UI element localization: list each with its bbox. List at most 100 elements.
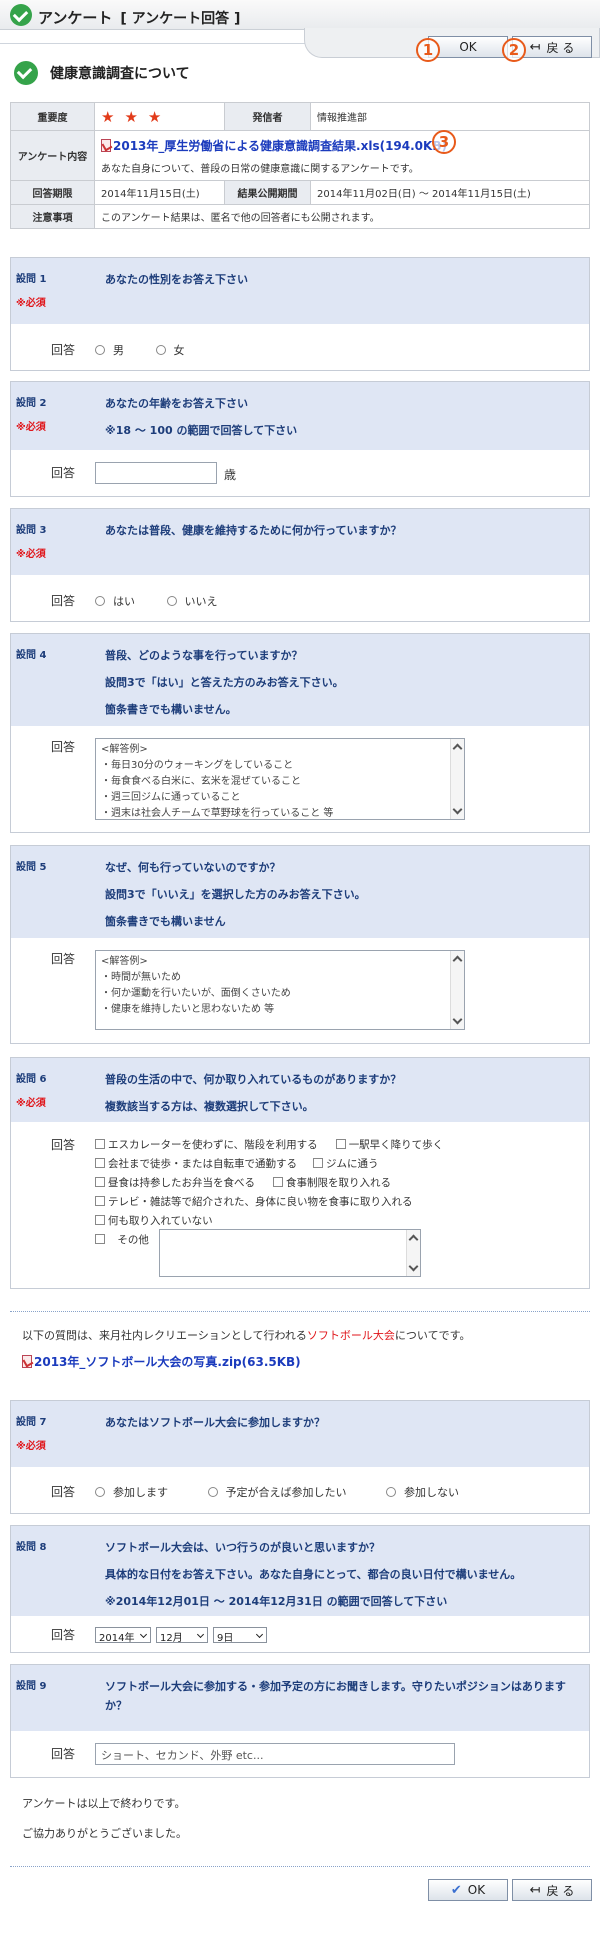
position-input[interactable]: ショート、セカンド、外野 etc... bbox=[95, 1743, 455, 1765]
publish-value: 2014年11月02日(日) ～ 2014年11月15日(土) bbox=[310, 180, 590, 205]
question-subtext: 箇条書きでも構いません。 bbox=[105, 703, 237, 716]
scroll-down-icon bbox=[452, 804, 463, 815]
question-number: 設問 2 bbox=[16, 398, 47, 409]
content-label: アンケート内容 bbox=[10, 130, 95, 181]
checkbox-walk[interactable]: 一駅早く降りて歩く bbox=[335, 1139, 443, 1151]
checkbox-icon bbox=[313, 1158, 323, 1168]
check-icon bbox=[14, 61, 38, 85]
question-number: 設問 7 bbox=[16, 1417, 47, 1428]
checkbox-icon bbox=[273, 1177, 283, 1187]
radio-male[interactable]: 男 bbox=[95, 344, 124, 357]
deadline-label: 回答期限 bbox=[10, 180, 95, 205]
age-unit: 歳 bbox=[224, 468, 237, 482]
ok-button-bottom[interactable]: ✔ OK bbox=[428, 1879, 508, 1901]
month-select[interactable]: 12月 bbox=[156, 1627, 208, 1644]
answer-label: 回答 bbox=[51, 1628, 76, 1642]
question-subtext: 具体的な日付をお答え下さい。あなた自身にとって、都合の良い日付で構いません。 bbox=[105, 1568, 522, 1581]
answer-label: 回答 bbox=[51, 466, 76, 480]
question-text: なぜ、何も行っていないのですか？ bbox=[105, 861, 281, 874]
back-arrow-icon: ↤ bbox=[529, 39, 541, 55]
radio-icon bbox=[95, 345, 105, 355]
question-subtext: 設問3で「はい」と答えた方のみお答え下さい。 bbox=[105, 676, 344, 689]
scrollbar[interactable] bbox=[406, 1230, 420, 1276]
softball-file-link[interactable]: 2013年_ソフトボール大会の写真.zip(63.5KB) bbox=[34, 1355, 301, 1369]
question-text: あなたは普段、健康を維持するために何か行っていますか？ bbox=[105, 524, 402, 537]
question-subtext: 複数該当する方は、複数選択して下さい。 bbox=[105, 1100, 314, 1113]
question-text: あなたの性別をお答え下さい bbox=[105, 273, 248, 286]
question-1: 設問 1 ※必須 あなたの性別をお答え下さい 回答 男 女 bbox=[10, 257, 590, 371]
question-5: 設問 5 なぜ、何も行っていないのですか？ 設問3で「いいえ」を選択した方のみお… bbox=[10, 845, 590, 1044]
checkbox-icon bbox=[95, 1196, 105, 1206]
notes-value: このアンケート結果は、匿名で他の回答者にも公開されます。 bbox=[94, 204, 590, 229]
scrollbar[interactable] bbox=[450, 739, 464, 819]
question-subtext: 箇条書きでも構いません bbox=[105, 915, 226, 928]
scrollbar[interactable] bbox=[450, 951, 464, 1029]
radio-maybe[interactable]: 予定が合えば参加したい bbox=[207, 1486, 347, 1499]
radio-icon bbox=[95, 596, 105, 606]
scroll-down-icon bbox=[452, 1014, 463, 1025]
end-message: アンケートは以上で終わりです。 bbox=[22, 1797, 186, 1810]
age-input[interactable] bbox=[95, 462, 217, 484]
question-6: 設問 6 ※必須 普段の生活の中で、何か取り入れているものがありますか？ 複数該… bbox=[10, 1057, 590, 1289]
marker-1: 1 bbox=[416, 38, 440, 62]
required-label: ※必須 bbox=[16, 422, 46, 433]
checkbox-tv[interactable]: テレビ・雑誌等で紹介された、身体に良い物を食事に取り入れる bbox=[95, 1193, 575, 1212]
question-text: ソフトボール大会に参加する・参加予定の方にお聞きします。守りたいポジションはあり… bbox=[105, 1680, 566, 1712]
page-title: アンケート[ アンケート回答 ] bbox=[38, 9, 241, 27]
scroll-up-icon bbox=[408, 1234, 419, 1245]
radio-icon bbox=[166, 596, 177, 606]
answer-label: 回答 bbox=[51, 952, 76, 966]
year-select[interactable]: 2014年 bbox=[95, 1627, 151, 1644]
answer-label: 回答 bbox=[51, 1747, 76, 1761]
check-mark-icon: ✔ bbox=[450, 1882, 462, 1898]
ok-button[interactable]: OK bbox=[428, 36, 508, 58]
importance-label: 重要度 bbox=[10, 102, 95, 131]
radio-attend[interactable]: 参加します bbox=[95, 1486, 168, 1499]
scroll-up-icon bbox=[452, 955, 463, 966]
other-textarea[interactable] bbox=[159, 1229, 421, 1277]
notes-label: 注意事項 bbox=[10, 204, 95, 229]
deadline-value: 2014年11月15日(土) bbox=[94, 180, 225, 205]
question-text: 普段、どのような事を行っていますか？ bbox=[105, 649, 303, 662]
intermission-text: 以下の質問は、来月社内レクリエーションとして行われるソフトボール大会についてです… bbox=[22, 1329, 471, 1342]
radio-yes[interactable]: はい bbox=[95, 595, 135, 608]
checkbox-icon bbox=[95, 1215, 105, 1225]
radio-female[interactable]: 女 bbox=[155, 344, 185, 357]
file-icon bbox=[101, 138, 111, 152]
answer-label: 回答 bbox=[51, 1138, 76, 1152]
question-subtext: ※2014年12月01日 ～ 2014年12月31日 の範囲で回答して下さい bbox=[105, 1595, 448, 1608]
q4-textarea[interactable]: <解答例> ・毎日30分のウォーキングをしていること ・毎食食べる白米に、玄米を混ぜ… bbox=[95, 738, 465, 820]
question-text: ソフトボール大会は、いつ行うのが良いと思いますか？ bbox=[105, 1541, 380, 1554]
q5-textarea[interactable]: <解答例> ・時間が無いため ・何か運動を行いたいが、面倒くさいため ・健康を維持した… bbox=[95, 950, 465, 1030]
day-select[interactable]: 9日 bbox=[213, 1627, 267, 1644]
radio-not-attend[interactable]: 参加しない bbox=[386, 1486, 459, 1499]
answer-label: 回答 bbox=[51, 343, 76, 357]
checkbox-stairs[interactable]: エスカレーターを使わずに、階段を利用する bbox=[95, 1139, 318, 1151]
survey-file-link[interactable]: 2013年_厚生労働省による健康意識調査結果.xls(194.0KB) bbox=[113, 139, 447, 153]
question-8: 設問 8 ソフトボール大会は、いつ行うのが良いと思いますか？ 具体的な日付をお答… bbox=[10, 1525, 590, 1653]
required-label: ※必須 bbox=[16, 1441, 46, 1452]
check-icon bbox=[10, 4, 32, 26]
bottom-buttons: ✔ OK ↤ 戻 る bbox=[428, 1879, 592, 1901]
checkbox-icon bbox=[95, 1139, 105, 1149]
question-7: 設問 7 ※必須 あなたはソフトボール大会に参加しますか？ 回答 参加します 予… bbox=[10, 1400, 590, 1514]
marker-3: 3 bbox=[432, 130, 456, 154]
back-button-bottom[interactable]: ↤ 戻 る bbox=[512, 1879, 592, 1901]
checkbox-icon bbox=[95, 1177, 105, 1187]
scroll-down-icon bbox=[408, 1261, 419, 1272]
checkbox-icon bbox=[335, 1139, 346, 1149]
answer-label: 回答 bbox=[51, 1485, 76, 1499]
checkbox-lunch[interactable]: 昼食は持参したお弁当を食べる bbox=[95, 1177, 255, 1189]
question-2: 設問 2 ※必須 あなたの年齢をお答え下さい ※18 ～ 100 の範囲で回答し… bbox=[10, 381, 590, 497]
survey-description: あなた自身について、普段の日常の健康意識に関するアンケートです。 bbox=[101, 163, 419, 175]
radio-icon bbox=[386, 1487, 396, 1497]
checkbox-gym[interactable]: ジムに通う bbox=[313, 1158, 379, 1170]
file-icon bbox=[22, 1355, 32, 1368]
checkbox-diet[interactable]: 食事制限を取り入れる bbox=[273, 1177, 391, 1189]
checkbox-commute[interactable]: 会社まで徒歩・または自転車で通勤する bbox=[95, 1158, 297, 1170]
radio-icon bbox=[95, 1487, 105, 1497]
question-number: 設問 4 bbox=[16, 650, 47, 661]
radio-no[interactable]: いいえ bbox=[166, 595, 218, 608]
required-label: ※必須 bbox=[16, 1098, 46, 1109]
question-9: 設問 9 ソフトボール大会に参加する・参加予定の方にお聞きします。守りたいポジシ… bbox=[10, 1664, 590, 1778]
